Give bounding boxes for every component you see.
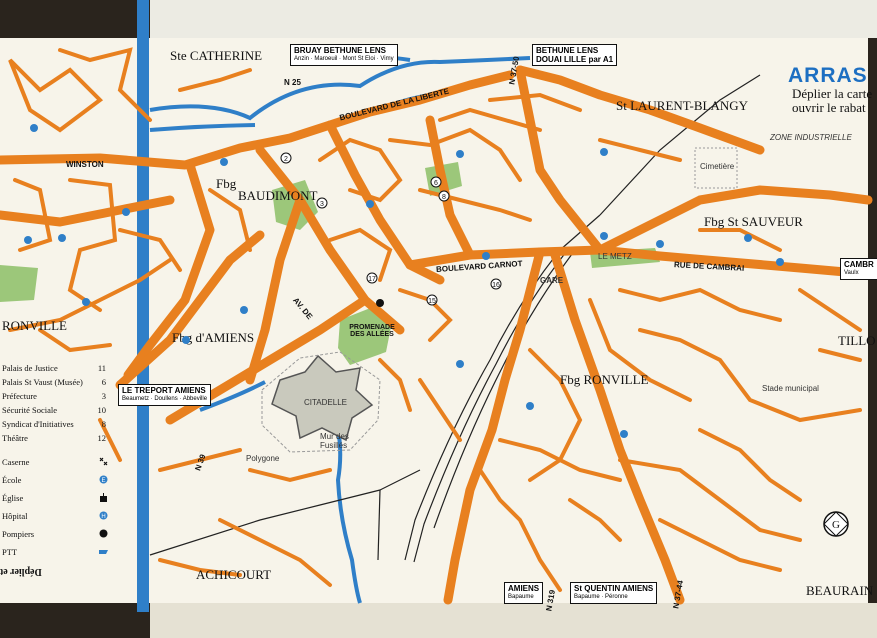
direction-bruay: BRUAY BETHUNE LENS Anzin · Maroeuil · Mo… xyxy=(290,44,398,66)
label-fbg-st-sauveur: Fbg St SAUVEUR xyxy=(704,214,803,229)
label-tillo: TILLO xyxy=(838,333,876,348)
ecole-icon: E xyxy=(99,475,108,484)
hopital-icon: H xyxy=(99,511,108,520)
bottom-left-note: Déplier et xyxy=(0,566,42,577)
label-baudimont: BAUDIMONT xyxy=(238,188,318,203)
street-promenade: PROMENADE DES ALLÉES xyxy=(349,324,395,338)
road-n25: N 25 xyxy=(284,78,301,87)
street-zone: ZONE INDUSTRIELLE xyxy=(770,133,852,142)
street-cimetiere: Cimetière xyxy=(700,162,735,171)
legend-symbol-row: Hôpital H xyxy=(2,511,110,522)
pompiers-icon xyxy=(99,529,108,538)
direction-amiens-bottom: AMIENS Bapaume xyxy=(504,582,544,604)
street-winston: WINSTON xyxy=(66,160,104,169)
legend-row: Théâtre 12 xyxy=(2,433,106,443)
label-beaurains: BEAURAIN xyxy=(806,583,874,598)
label-fbg-baudimont: Fbg xyxy=(216,176,237,191)
street-gare: GARE xyxy=(540,276,564,285)
map-title: ARRAS xyxy=(788,64,868,87)
label-achicourt: ACHICOURT xyxy=(196,567,272,582)
legend-row: Palais St Vaust (Musée) 6 xyxy=(2,377,106,387)
legend-symbol-row: Église xyxy=(2,493,110,504)
street-polygone: Polygone xyxy=(246,454,280,463)
legend-symbol-row: Caserne xyxy=(2,457,110,468)
svg-text:H: H xyxy=(101,514,105,520)
label-st-laurent: St LAURENT-BLANGY xyxy=(616,98,749,113)
legend-row: Syndicat d'Initiatives 8 xyxy=(2,419,106,429)
legend-row: Sécurité Sociale 10 xyxy=(2,405,106,415)
label-fbg-ronville: Fbg RONVILLE xyxy=(560,372,649,387)
street-mur: Mur des Fusillés xyxy=(320,432,349,450)
street-stade: Stade municipal xyxy=(762,384,819,393)
street-le-metz: LE METZ xyxy=(598,252,632,261)
label-ste-catherine: Ste CATHERINE xyxy=(170,48,263,63)
caserne-icon xyxy=(99,457,108,466)
label-ronville-left: RONVILLE xyxy=(2,318,67,333)
legend-symbol-row: École E xyxy=(2,475,110,486)
direction-cambrai: CAMBR Vaulx xyxy=(840,258,877,280)
legend-symbol-row: PTT xyxy=(2,547,110,558)
eglise-icon xyxy=(100,493,107,502)
title-note-2: ouvrir le rabat xyxy=(792,100,866,115)
legend-row: Palais de Justice 11 xyxy=(2,363,106,373)
legend-symbol-row: Pompiers xyxy=(2,529,110,540)
label-fbg-amiens: Fbg d'AMIENS xyxy=(172,330,255,345)
map-sheet: ARRAS Déplier la carte ouvrir le rabat S… xyxy=(0,0,877,638)
street-citadelle: CITADELLE xyxy=(304,398,347,407)
direction-bethune: BETHUNE LENS DOUAI LILLE par A1 xyxy=(532,44,618,66)
legend-row: Préfecture 3 xyxy=(2,391,106,401)
ptt-icon xyxy=(99,550,108,554)
direction-treport: LE TREPORT AMIENS Beaumetz · Doullens · … xyxy=(118,384,212,406)
direction-stquentin: St QUENTIN AMIENS Bapaume · Péronne xyxy=(570,582,658,604)
svg-text:E: E xyxy=(101,478,105,484)
